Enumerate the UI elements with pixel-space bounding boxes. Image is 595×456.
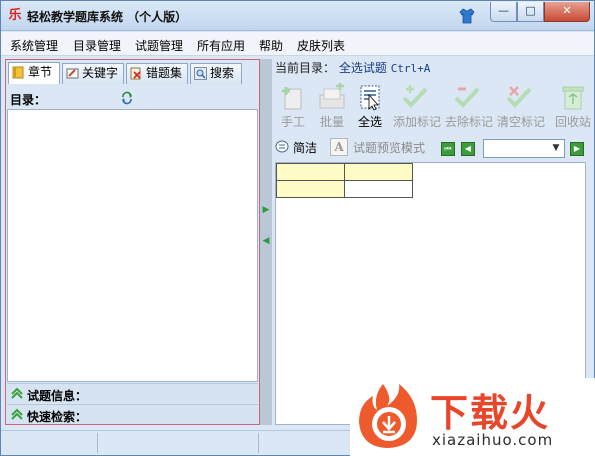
clear-mark-button[interactable]: 清空标记 bbox=[497, 83, 545, 130]
table-row bbox=[276, 180, 413, 198]
catalog-tree[interactable] bbox=[7, 109, 258, 382]
grid-cell[interactable] bbox=[276, 163, 345, 181]
skin-shirt-icon[interactable] bbox=[458, 7, 476, 25]
batch-icon bbox=[319, 83, 345, 109]
section-label: 试题信息： bbox=[27, 389, 88, 403]
remove-mark-icon bbox=[454, 87, 480, 108]
table-row bbox=[276, 163, 413, 181]
menu-bar: 系统管理 目录管理 试题管理 所有应用 帮助 皮肤列表 bbox=[1, 32, 594, 56]
recycle-bin-icon bbox=[562, 86, 584, 110]
grid-cell[interactable] bbox=[344, 163, 413, 181]
grid-table bbox=[276, 163, 413, 198]
current-directory: 当前目录： 全选试题 Ctrl+A bbox=[275, 59, 430, 76]
menu-questions[interactable]: 试题管理 bbox=[135, 37, 183, 54]
close-button[interactable]: ✕ bbox=[544, 2, 590, 22]
tab-search[interactable]: 搜索 bbox=[190, 63, 242, 84]
tab-label: 关键字 bbox=[82, 66, 119, 80]
chevron-down-icon[interactable]: ▼ bbox=[550, 142, 562, 155]
manual-add-button[interactable]: 手工 bbox=[271, 83, 315, 130]
clear-mark-icon bbox=[506, 86, 532, 108]
quick-search-section[interactable]: 快速检索： bbox=[7, 404, 258, 424]
current-dir-label: 当前目录： bbox=[275, 61, 336, 75]
collapse-left-icon[interactable]: ◀ bbox=[260, 236, 272, 246]
manual-add-icon bbox=[282, 87, 302, 110]
section-label: 快速检索： bbox=[27, 410, 88, 424]
tool-label: 全选 bbox=[357, 115, 382, 129]
recycle-bin-button[interactable]: 回收站 bbox=[552, 83, 594, 130]
question-info-section[interactable]: 试题信息： bbox=[7, 383, 258, 403]
tab-keyword[interactable]: 关键字 bbox=[62, 63, 124, 84]
select-all-button[interactable]: 全选 bbox=[348, 83, 392, 130]
prev-page-button[interactable]: ◀ bbox=[461, 142, 475, 156]
watermark: 下载火 xiazaihuo.com bbox=[350, 378, 595, 456]
add-mark-icon bbox=[402, 85, 428, 108]
expand-right-icon[interactable]: ▶ bbox=[260, 205, 272, 215]
flame-logo-icon bbox=[359, 384, 417, 448]
left-panel: 章节 关键字 错题集 搜索 目录： 试题信息： 快速检索： bbox=[5, 59, 260, 425]
tab-label: 章节 bbox=[28, 65, 53, 79]
menu-skins[interactable]: 皮肤列表 bbox=[297, 37, 345, 54]
select-all-icon bbox=[360, 85, 380, 111]
status-cell bbox=[1, 433, 98, 453]
window-title: 轻松教学题库系统 （个人版） bbox=[27, 10, 188, 24]
wrong-set-icon bbox=[130, 67, 141, 80]
tool-label: 批量 bbox=[319, 115, 344, 129]
menu-all-apps[interactable]: 所有应用 bbox=[197, 37, 245, 54]
app-logo-icon: 乐 bbox=[8, 8, 22, 23]
watermark-text: 下载火 bbox=[430, 391, 551, 435]
menu-help[interactable]: 帮助 bbox=[259, 37, 283, 54]
preview-mode-label[interactable]: 试题预览模式 bbox=[353, 139, 425, 156]
search-icon bbox=[194, 67, 207, 80]
watermark-url: xiazaihuo.com bbox=[432, 431, 554, 449]
tab-label: 错题集 bbox=[146, 66, 183, 80]
preview-mode-icon[interactable]: A bbox=[330, 138, 348, 156]
book-icon bbox=[12, 66, 24, 79]
grid-cell[interactable] bbox=[344, 180, 413, 198]
tool-label: 手工 bbox=[280, 115, 305, 129]
simple-mode-toggle[interactable]: 简洁 bbox=[293, 139, 317, 156]
remove-mark-button[interactable]: 去除标记 bbox=[445, 83, 493, 130]
grid-cell[interactable] bbox=[276, 180, 345, 198]
title-bar[interactable]: 乐 轻松教学题库系统 （个人版） — □ ✕ bbox=[1, 1, 594, 31]
add-mark-button[interactable]: 添加标记 bbox=[393, 83, 441, 130]
maximize-button[interactable]: □ bbox=[517, 2, 544, 22]
first-page-button[interactable]: ⏮ bbox=[441, 142, 455, 156]
expand-up-icon bbox=[11, 408, 23, 420]
next-page-button[interactable]: ▶ bbox=[570, 142, 584, 156]
tool-label: 去除标记 bbox=[445, 115, 494, 129]
minimize-button[interactable]: — bbox=[490, 2, 517, 22]
page-select[interactable]: ▼ bbox=[483, 139, 565, 158]
tab-chapter[interactable]: 章节 bbox=[8, 62, 60, 84]
expand-up-icon bbox=[11, 387, 23, 399]
menu-catalog[interactable]: 目录管理 bbox=[73, 37, 121, 54]
tab-wrong-set[interactable]: 错题集 bbox=[126, 63, 188, 84]
keyword-icon bbox=[66, 68, 79, 79]
tool-label: 添加标记 bbox=[393, 115, 442, 129]
refresh-icon[interactable] bbox=[120, 91, 134, 105]
tool-label: 清空标记 bbox=[497, 115, 546, 129]
tool-label: 回收站 bbox=[554, 115, 591, 129]
tab-label: 搜索 bbox=[210, 66, 235, 80]
speech-bubble-icon[interactable] bbox=[275, 140, 289, 154]
status-cell bbox=[99, 433, 259, 453]
menu-system[interactable]: 系统管理 bbox=[10, 37, 58, 54]
current-dir-value: 全选试题 bbox=[338, 61, 387, 75]
shortcut-hint: Ctrl+A bbox=[390, 62, 431, 75]
catalog-label: 目录： bbox=[10, 93, 47, 107]
